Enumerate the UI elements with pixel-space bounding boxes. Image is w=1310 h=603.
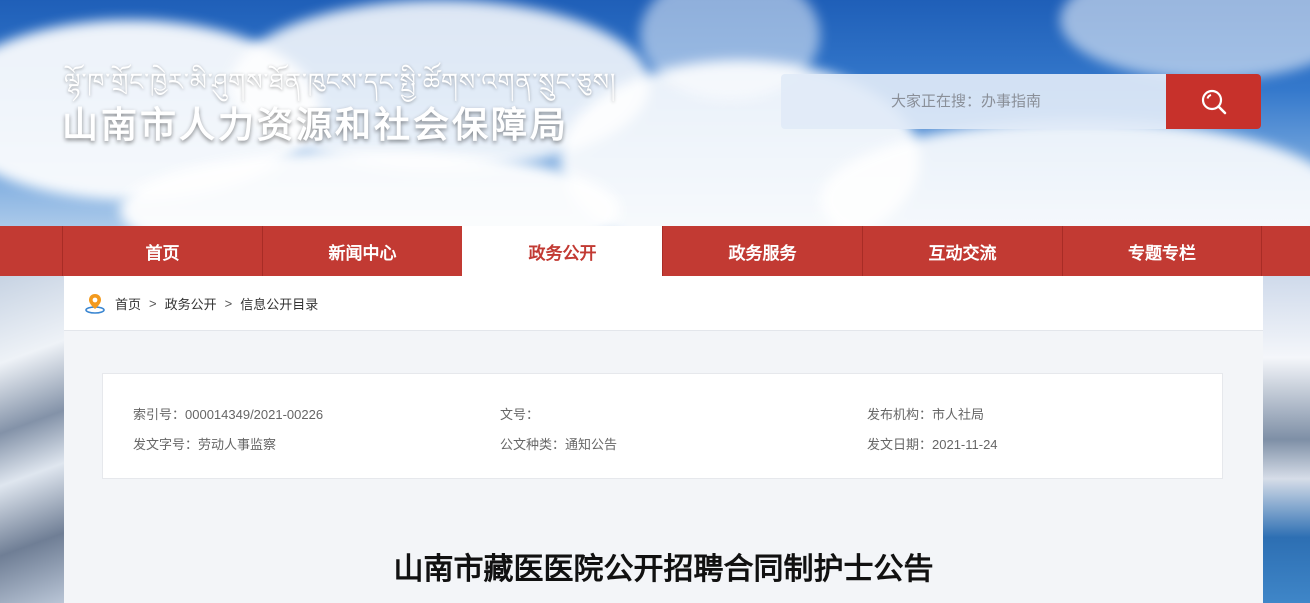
nav-item-news[interactable]: 新闻中心 [262,226,462,276]
site-title[interactable]: 山南市人力资源和社会保障局 [62,96,569,148]
main-content: 首页 > 政务公开 > 信息公开目录 索引号：000014349/2021-00… [64,276,1263,603]
meta-index-number: 索引号：000014349/2021-00226 [133,407,324,422]
main-nav: 首页 新闻中心 政务公开 政务服务 互动交流 专题专栏 [0,226,1310,276]
search-button[interactable] [1166,74,1261,129]
breadcrumb-info-catalog[interactable]: 信息公开目录 [240,294,318,313]
banner-cloud [1060,0,1310,80]
nav-item-gov-services[interactable]: 政务服务 [662,226,862,276]
meta-document-number: 文号： [500,407,540,422]
search-icon [1201,89,1226,114]
breadcrumb-separator: > [224,295,233,311]
breadcrumb-separator: > [149,295,157,311]
meta-document-type: 公文种类：通知公告 [500,437,618,452]
search-box [781,74,1261,129]
location-pin-icon [85,294,105,314]
search-input[interactable] [781,74,1166,129]
nav-item-gov-affairs-open[interactable]: 政务公开 [462,226,662,276]
nav-item-interaction[interactable]: 互动交流 [862,226,1062,276]
nav-item-special-topics[interactable]: 专题专栏 [1062,226,1262,276]
meta-issuing-category: 发文字号：劳动人事监察 [133,437,277,452]
meta-publisher: 发布机构：市人社局 [867,407,985,422]
background-mountain-left [0,276,64,603]
breadcrumb: 首页 > 政务公开 > 信息公开目录 [64,276,1263,331]
header-banner: ལྷོ་ཁ་གྲོང་ཁྱེར་མི་ཤུགས་ཐོན་ཁུངས་དང་སྤྱི… [0,0,1310,226]
nav-item-home[interactable]: 首页 [62,226,262,276]
background-mountain-right [1263,276,1310,603]
article-title: 山南市藏医医院公开招聘合同制护士公告 [393,553,934,586]
breadcrumb-gov-affairs-open[interactable]: 政务公开 [165,294,217,313]
breadcrumb-home[interactable]: 首页 [115,294,141,313]
meta-publish-date: 发文日期：2021-11-24 [867,437,998,452]
document-meta-panel: 索引号：000014349/2021-00226 文号： 发布机构：市人社局 发… [102,373,1223,479]
